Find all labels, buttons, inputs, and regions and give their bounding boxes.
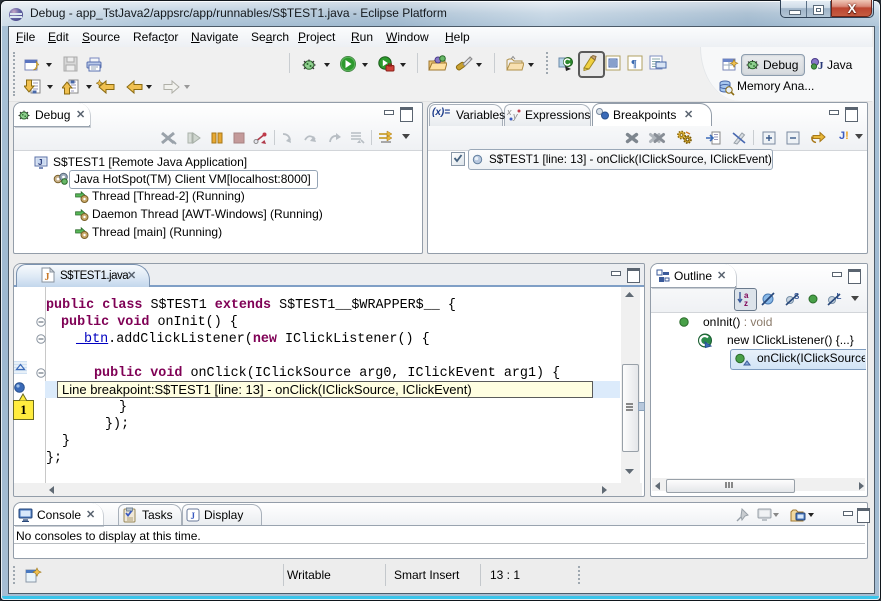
svg-text:x: x [507, 107, 512, 117]
svg-text:z: z [744, 299, 748, 307]
svg-text:J: J [45, 272, 50, 283]
svg-text:y: y [512, 111, 518, 121]
svg-text:J: J [818, 60, 824, 72]
svg-text:J: J [191, 511, 196, 521]
svg-text:J: J [38, 158, 42, 167]
svg-text:¶: ¶ [631, 58, 637, 70]
